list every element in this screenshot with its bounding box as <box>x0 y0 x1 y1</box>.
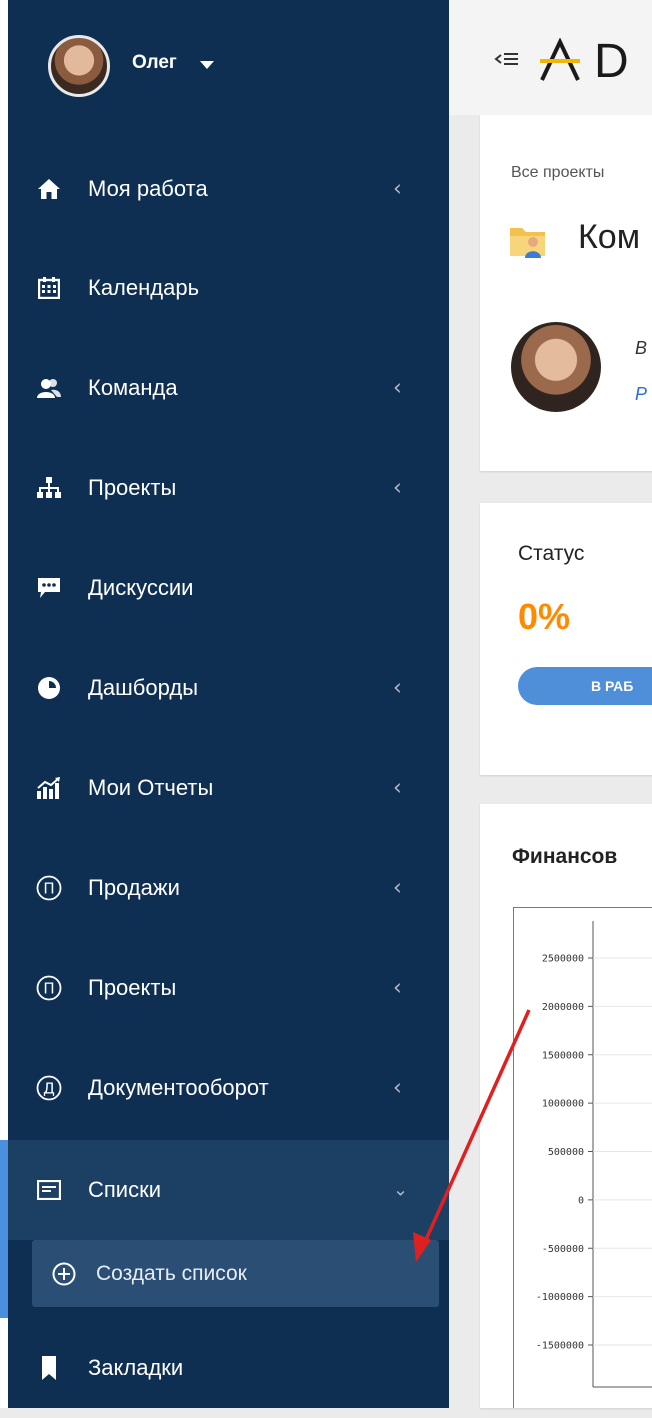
plus-circle-icon <box>52 1262 76 1286</box>
sidebar-item-label: Проекты <box>88 475 176 501</box>
svg-text:Д: Д <box>43 1080 55 1098</box>
list-icon <box>36 1177 62 1203</box>
y-tick-label: 2500000 <box>542 954 584 965</box>
collapse-sidebar-icon[interactable] <box>494 46 520 72</box>
chevron-left-icon: ‹ <box>393 376 402 401</box>
manager-link[interactable]: Р <box>635 384 647 405</box>
sidebar-item-label: Закладки <box>88 1355 183 1381</box>
svg-text:П: П <box>43 980 54 998</box>
circle-letter-icon: Д <box>36 1075 62 1101</box>
sidebar: Олег Моя работа ‹ Календарь Команда ‹ Пр… <box>8 0 449 1408</box>
y-tick-label: -500000 <box>542 1244 584 1255</box>
sidebar-item-label: Продажи <box>88 875 180 901</box>
user-menu[interactable]: Олег <box>8 0 449 130</box>
manager-avatar[interactable] <box>511 322 601 412</box>
chevron-left-icon: ‹ <box>393 776 402 801</box>
y-tick-label: -1500000 <box>536 1341 584 1352</box>
chevron-left-icon: ‹ <box>393 1076 402 1101</box>
sidebar-item-label: Документооборот <box>88 1075 269 1101</box>
y-tick-label: 1500000 <box>542 1050 584 1061</box>
y-tick-label: 1000000 <box>542 1099 584 1110</box>
project-folder-icon <box>509 222 549 260</box>
y-tick-label: 0 <box>578 1195 584 1206</box>
sidebar-item-projects-2[interactable]: П Проекты ‹ <box>8 938 449 1038</box>
caret-down-icon[interactable] <box>200 61 214 69</box>
chevron-left-icon: ‹ <box>393 976 402 1001</box>
sidebar-item-my-reports[interactable]: Мои Отчеты ‹ <box>8 738 449 838</box>
status-label: Статус <box>518 542 584 566</box>
circle-letter-icon: П <box>36 875 62 901</box>
status-badge-text: В РАБ <box>591 678 633 694</box>
finance-chart: 2500000 2000000 1500000 1000000 500000 0 -5000… <box>513 907 652 1408</box>
chevron-left-icon: ‹ <box>393 476 402 501</box>
sidebar-item-team[interactable]: Команда ‹ <box>8 338 449 438</box>
bar-chart-icon <box>36 775 62 801</box>
logo-mark[interactable] <box>538 38 582 82</box>
sidebar-item-label: Календарь <box>88 275 199 301</box>
sidebar-item-label: Мои Отчеты <box>88 775 213 801</box>
sidebar-item-my-work[interactable]: Моя работа ‹ <box>8 139 449 239</box>
user-avatar[interactable] <box>48 35 110 97</box>
y-tick-label: -1000000 <box>536 1292 584 1303</box>
y-tick-label: 2000000 <box>542 1002 584 1013</box>
sidebar-item-projects[interactable]: Проекты ‹ <box>8 438 449 538</box>
status-badge[interactable]: В РАБ <box>518 667 652 705</box>
sidebar-item-label: Проекты <box>88 975 176 1001</box>
sidebar-item-label: Списки <box>88 1177 161 1203</box>
create-list-button[interactable]: Создать список <box>32 1240 439 1307</box>
chevron-left-icon: ‹ <box>393 177 402 202</box>
sidebar-item-bookmarks[interactable]: Закладки <box>8 1318 449 1418</box>
circle-letter-icon: П <box>36 975 62 1001</box>
breadcrumb[interactable]: Все проекты <box>511 164 604 182</box>
sidebar-item-sales[interactable]: П Продажи ‹ <box>8 838 449 938</box>
active-indicator <box>0 1140 8 1318</box>
chevron-left-icon: ‹ <box>393 676 402 701</box>
sidebar-item-document-flow[interactable]: Д Документооборот ‹ <box>8 1038 449 1138</box>
calendar-icon <box>36 275 62 301</box>
sidebar-item-calendar[interactable]: Календарь <box>8 238 449 338</box>
sidebar-item-label: Дискуссии <box>88 575 193 601</box>
chevron-down-icon: ⌄ <box>393 1180 408 1201</box>
status-percent: 0% <box>518 596 570 638</box>
sidebar-item-lists[interactable]: Списки ⌄ <box>8 1140 449 1240</box>
sitemap-icon <box>36 475 62 501</box>
team-icon <box>36 375 62 401</box>
y-tick-label: 500000 <box>548 1147 584 1158</box>
pie-chart-icon <box>36 675 62 701</box>
create-list-label: Создать список <box>96 1262 247 1286</box>
finance-title: Финансов <box>512 845 617 869</box>
sidebar-item-label: Команда <box>88 375 178 401</box>
user-name[interactable]: Олег <box>132 52 177 74</box>
comments-icon <box>36 575 62 601</box>
sidebar-item-label: Дашборды <box>88 675 198 701</box>
chevron-left-icon: ‹ <box>393 876 402 901</box>
svg-text:П: П <box>43 880 54 898</box>
bookmark-icon <box>36 1355 62 1381</box>
sidebar-item-discussions[interactable]: Дискуссии <box>8 538 449 638</box>
sidebar-item-dashboards[interactable]: Дашборды ‹ <box>8 638 449 738</box>
home-icon <box>36 176 62 202</box>
logo-text[interactable]: D <box>594 34 629 89</box>
sidebar-item-label: Моя работа <box>88 176 208 202</box>
project-title: Ком <box>578 218 640 257</box>
manager-label: В <box>635 338 647 359</box>
